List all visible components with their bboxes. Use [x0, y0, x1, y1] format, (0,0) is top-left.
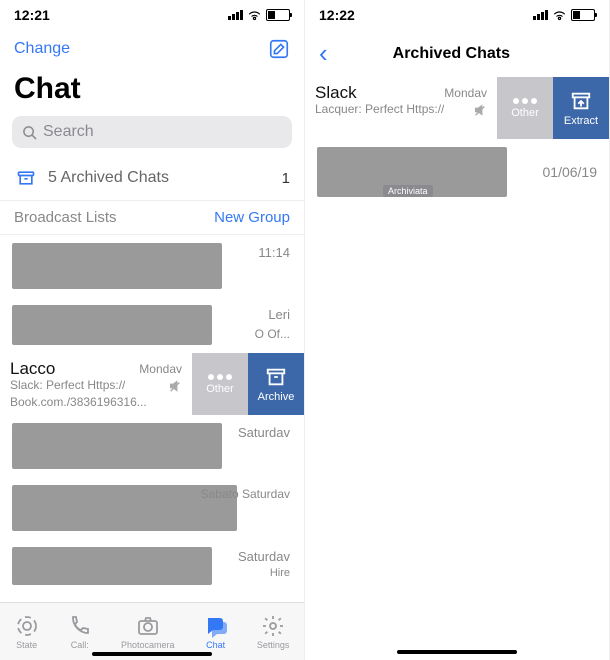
search-placeholder: Search: [43, 123, 94, 141]
status-icon: [15, 614, 39, 638]
chat-date: 01/06/19: [543, 164, 598, 180]
tab-settings[interactable]: Settings: [257, 614, 290, 650]
swipe-archive-label: Archive: [258, 391, 295, 403]
unarchive-icon: [570, 90, 592, 112]
tab-label: State: [16, 640, 37, 650]
status-bar: 12:22: [305, 0, 609, 30]
tab-label: Chat: [206, 640, 225, 650]
chat-time: Leri: [268, 307, 290, 322]
phone-icon: [68, 614, 92, 638]
redacted-content: [12, 423, 222, 469]
swipe-other-button[interactable]: Other: [497, 77, 553, 139]
chat-row[interactable]: Leri O Of...: [0, 297, 304, 353]
swipe-other-label: Other: [206, 383, 234, 395]
chat-row-swiped[interactable]: Lacco Mondav Slack: Perfect Https:// Boo…: [0, 353, 304, 415]
clock-time: 12:22: [319, 7, 355, 23]
home-indicator[interactable]: [92, 652, 212, 656]
archived-chat-row[interactable]: 01/06/19 Archiviata: [305, 139, 609, 205]
clock-time: 12:21: [14, 7, 50, 23]
redacted-content: [12, 305, 212, 345]
chat-time: Mondav: [139, 362, 182, 376]
chat-name: Slack: [315, 83, 357, 103]
chat-name: Lacco: [10, 359, 55, 379]
ellipsis-icon: [513, 98, 537, 104]
page-title: Chat: [0, 68, 304, 116]
chat-icon: [204, 614, 228, 638]
swipe-other-button[interactable]: Other: [192, 353, 248, 415]
redacted-content: [12, 547, 212, 585]
tab-label: Settings: [257, 640, 290, 650]
archived-chats-row[interactable]: 5 Archived Chats 1: [0, 156, 304, 200]
new-group-button[interactable]: New Group: [214, 209, 290, 226]
chat-row[interactable]: Saturdav Hire: [0, 539, 304, 593]
tab-chat[interactable]: Chat: [204, 614, 228, 650]
archived-count: 1: [282, 170, 290, 187]
broadcast-button[interactable]: Broadcast Lists: [14, 209, 117, 226]
chat-time: 11:14: [258, 245, 290, 260]
archived-header: ‹ Archived Chats: [305, 30, 609, 77]
chat-preview-tail: O Of...: [255, 327, 290, 341]
chat-preview: Slack: Perfect Https://: [10, 379, 125, 393]
compose-icon[interactable]: [268, 38, 290, 60]
mute-icon: [473, 103, 487, 117]
battery-icon: [571, 9, 595, 21]
edit-button[interactable]: Change: [14, 40, 70, 58]
signal-icon: [533, 10, 548, 20]
home-indicator[interactable]: [397, 650, 517, 654]
tab-label: Call:: [71, 640, 89, 650]
swipe-extract-button[interactable]: Extract: [553, 77, 609, 139]
archive-icon: [14, 166, 38, 190]
wifi-icon: [247, 9, 262, 21]
redacted-content: [12, 243, 222, 289]
back-button[interactable]: ‹: [319, 38, 328, 69]
swipe-extract-label: Extract: [564, 115, 598, 127]
chat-time: Saturdav: [238, 425, 290, 440]
signal-icon: [228, 10, 243, 20]
archive-box-icon: [265, 366, 287, 388]
archived-title: Archived Chats: [328, 45, 575, 63]
chat-preview-2: Book.com./3836196316...: [10, 395, 147, 409]
camera-icon: [136, 614, 160, 638]
lists-row: Broadcast Lists New Group: [0, 200, 304, 235]
tab-status[interactable]: State: [15, 614, 39, 650]
chat-preview-tail: Hire: [270, 567, 290, 579]
chat-time: Saturdav: [238, 549, 290, 564]
search-icon: [22, 125, 37, 140]
swipe-archive-button[interactable]: Archive: [248, 353, 304, 415]
status-bar: 12:21: [0, 0, 304, 30]
chat-row[interactable]: 11:14: [0, 235, 304, 297]
chat-time: Sabato Saturdav: [201, 487, 290, 501]
chat-row[interactable]: Sabato Saturdav: [0, 477, 304, 539]
ellipsis-icon: [208, 374, 232, 380]
screen-archived: 12:22 ‹ Archived Chats Slack Mondav Lacq…: [305, 0, 610, 660]
nav-bar: Change: [0, 30, 304, 68]
tab-camera[interactable]: Photocamera: [121, 614, 175, 650]
swipe-other-label: Other: [511, 107, 539, 119]
archived-badge: Archiviata: [383, 185, 433, 197]
chat-preview: Lacquer: Perfect Https://: [315, 103, 444, 117]
archived-label: 5 Archived Chats: [48, 169, 282, 187]
tab-calls[interactable]: Call:: [68, 614, 92, 650]
tab-bar: State Call: Photocamera Chat Settings: [0, 602, 304, 660]
search-input[interactable]: Search: [12, 116, 292, 148]
wifi-icon: [552, 9, 567, 21]
mute-icon: [168, 379, 182, 393]
chat-row[interactable]: Saturdav: [0, 415, 304, 477]
screen-chatlist: 12:21 Change Chat Search 5 Archived Chat…: [0, 0, 305, 660]
tab-label: Photocamera: [121, 640, 175, 650]
battery-icon: [266, 9, 290, 21]
chat-time: Mondav: [444, 86, 487, 100]
archived-row-swiped[interactable]: Slack Mondav Lacquer: Perfect Https:// O…: [305, 77, 609, 139]
gear-icon: [261, 614, 285, 638]
